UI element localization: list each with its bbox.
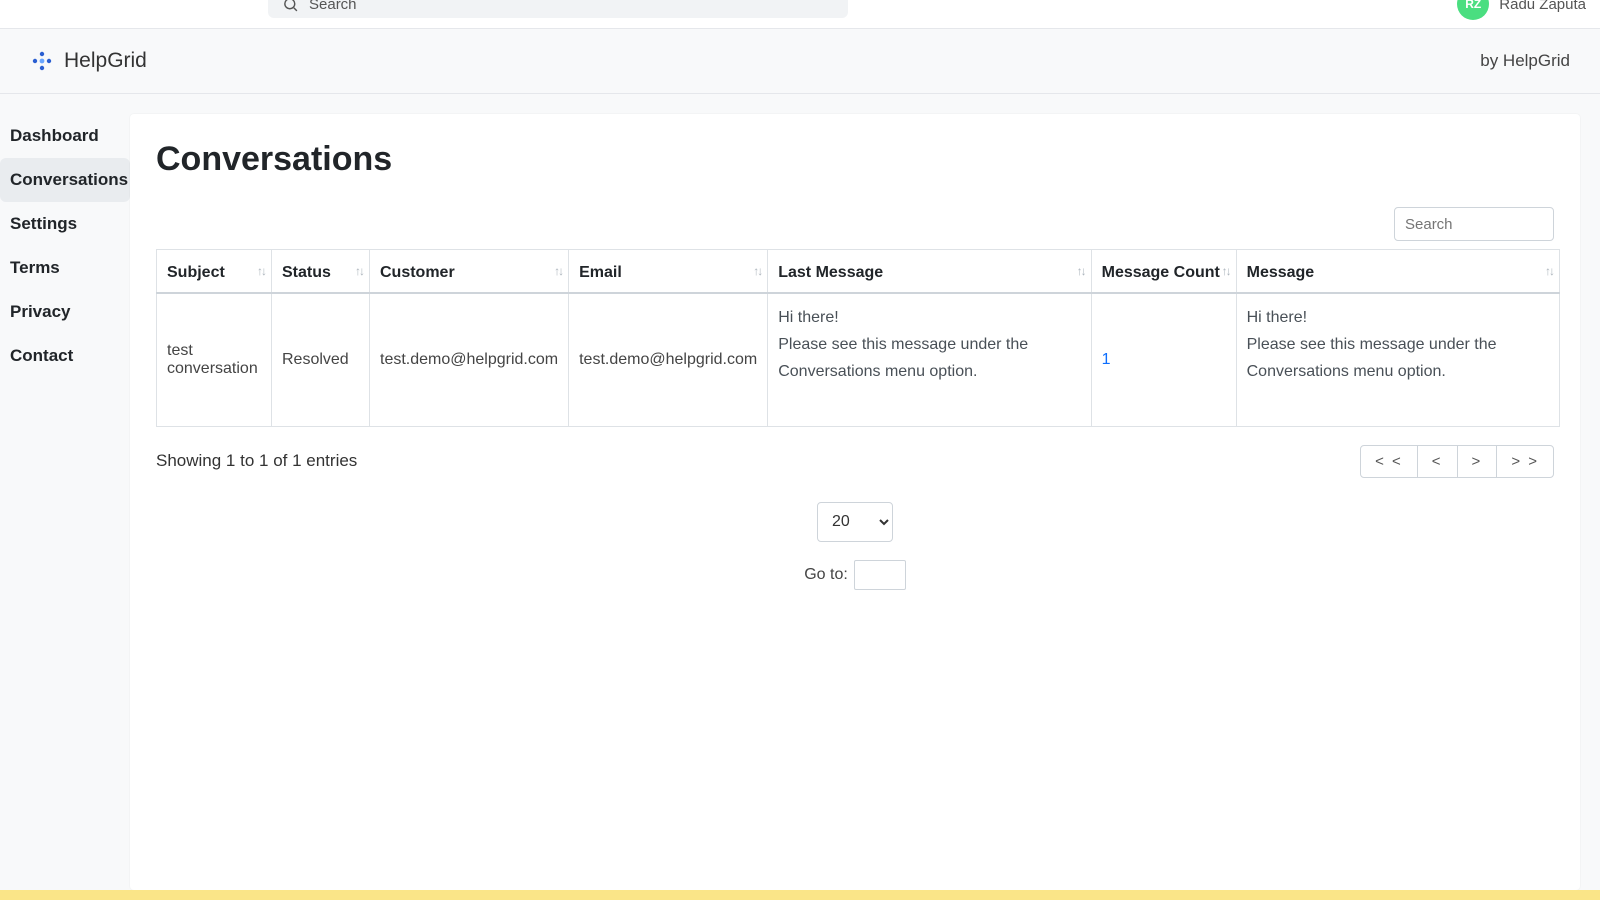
col-email[interactable]: Email↑↓ (569, 250, 768, 294)
sort-icon: ↑↓ (554, 264, 562, 278)
search-icon (282, 0, 299, 13)
sort-icon: ↑↓ (257, 264, 265, 278)
pager: < < < > > > (1360, 445, 1554, 478)
col-subject[interactable]: Subject↑↓ (157, 250, 272, 294)
sort-icon: ↑↓ (1077, 264, 1085, 278)
cell-message: Hi there!Please see this message under t… (1236, 293, 1559, 426)
goto-label: Go to: (804, 566, 848, 584)
col-message-count[interactable]: Message Count↑↓ (1091, 250, 1236, 294)
entries-info: Showing 1 to 1 of 1 entries (156, 451, 357, 471)
cell-email: test.demo@helpgrid.com (569, 293, 768, 426)
sidebar: Dashboard Conversations Settings Terms P… (0, 94, 130, 890)
col-status[interactable]: Status↑↓ (272, 250, 370, 294)
brand-name: HelpGrid (64, 49, 147, 73)
user-menu[interactable]: RZ Radu Zaputa (1457, 0, 1586, 20)
page-size-select[interactable]: 20 (817, 502, 893, 542)
sidebar-item-settings[interactable]: Settings (0, 202, 130, 246)
sort-icon: ↑↓ (1222, 264, 1230, 278)
sidebar-item-contact[interactable]: Contact (0, 334, 130, 378)
pager-prev[interactable]: < (1417, 445, 1458, 478)
cell-customer: test.demo@helpgrid.com (370, 293, 569, 426)
global-search-placeholder: Search (309, 0, 357, 13)
page-title: Conversations (150, 140, 1560, 207)
brand[interactable]: HelpGrid (30, 49, 147, 73)
table-search-input[interactable] (1394, 207, 1554, 241)
sidebar-item-terms[interactable]: Terms (0, 246, 130, 290)
cell-message-count[interactable]: 1 (1091, 293, 1236, 426)
sort-icon: ↑↓ (753, 264, 761, 278)
global-search[interactable]: Search (268, 0, 848, 18)
app-header: HelpGrid by HelpGrid (0, 28, 1600, 94)
cell-last-message: Hi there!Please see this message under t… (768, 293, 1091, 426)
sidebar-item-dashboard[interactable]: Dashboard (0, 114, 130, 158)
pager-last[interactable]: > > (1496, 445, 1554, 478)
table-row[interactable]: test conversation Resolved test.demo@hel… (157, 293, 1560, 426)
col-customer[interactable]: Customer↑↓ (370, 250, 569, 294)
pager-first[interactable]: < < (1360, 445, 1418, 478)
user-name: Radu Zaputa (1499, 0, 1586, 13)
sidebar-item-privacy[interactable]: Privacy (0, 290, 130, 334)
goto-input[interactable] (854, 560, 906, 590)
sidebar-item-conversations[interactable]: Conversations (0, 158, 130, 202)
footer-accent (0, 890, 1600, 900)
col-message[interactable]: Message↑↓ (1236, 250, 1559, 294)
sort-icon: ↑↓ (355, 264, 363, 278)
col-last-message[interactable]: Last Message↑↓ (768, 250, 1091, 294)
cell-subject: test conversation (157, 293, 272, 426)
sort-icon: ↑↓ (1545, 264, 1553, 278)
brand-byline: by HelpGrid (1480, 51, 1570, 71)
avatar: RZ (1457, 0, 1489, 20)
logo-icon (30, 49, 54, 73)
pager-next[interactable]: > (1457, 445, 1498, 478)
cell-status: Resolved (272, 293, 370, 426)
conversations-table: Subject↑↓ Status↑↓ Customer↑↓ Email↑↓ La… (156, 249, 1560, 427)
